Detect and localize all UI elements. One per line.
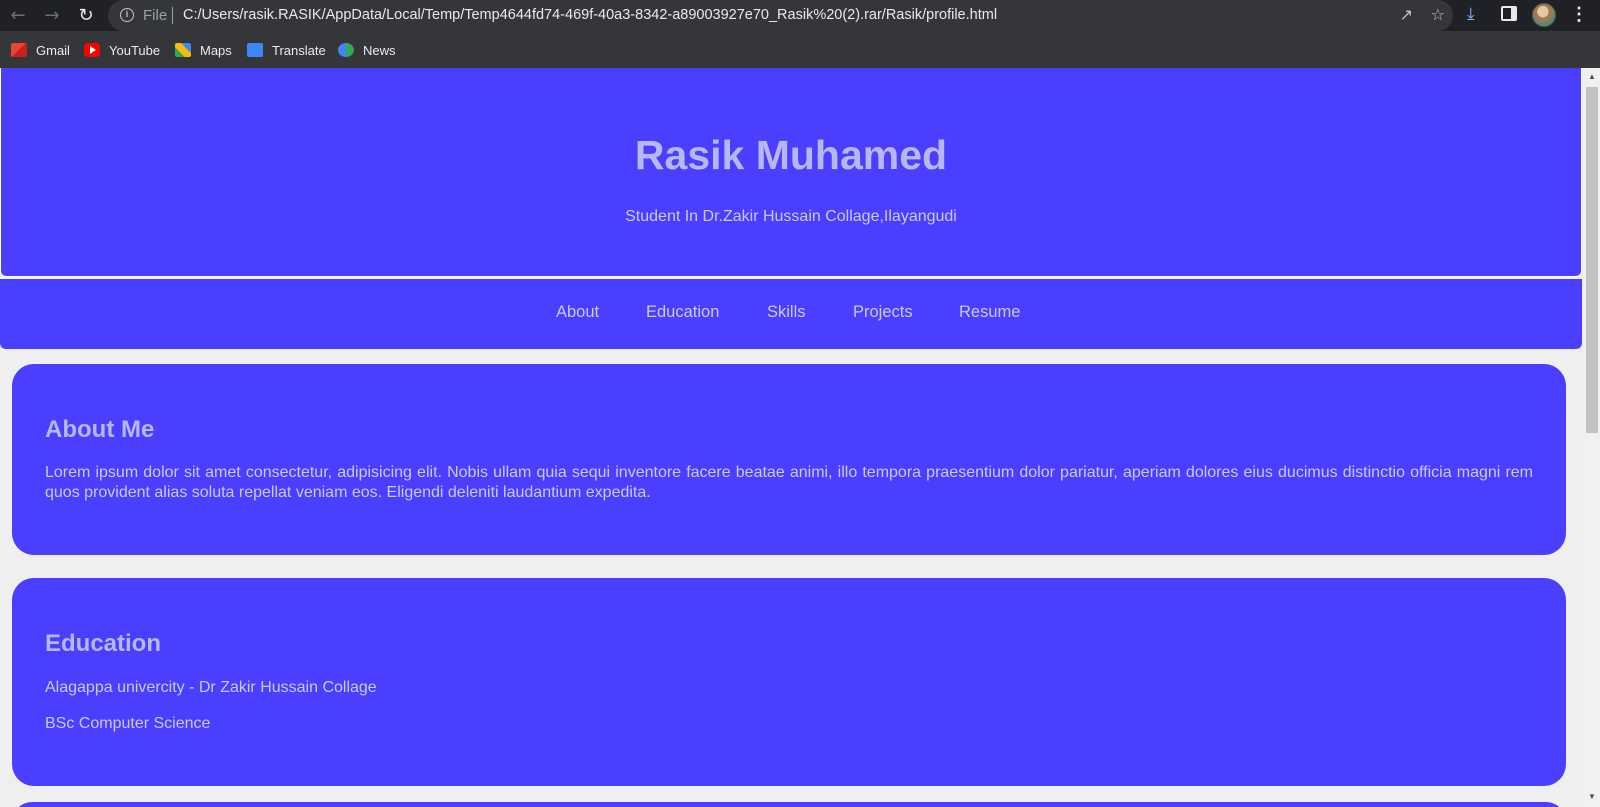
nav-link-resume[interactable]: Resume xyxy=(959,303,1020,322)
bookmark-label: Maps xyxy=(200,42,232,58)
bookmark-news[interactable]: News xyxy=(338,41,396,59)
next-section xyxy=(12,802,1566,807)
education-institution: Alagappa univercity - Dr Zakir Hussain C… xyxy=(45,679,377,696)
page-viewport: Rasik Muhamed Student In Dr.Zakir Hussai… xyxy=(0,68,1584,807)
bookmark-star-icon[interactable]: ☆ xyxy=(1431,5,1445,24)
bookmark-maps[interactable]: Maps xyxy=(175,41,232,59)
nav-link-projects[interactable]: Projects xyxy=(853,303,913,322)
profile-subtitle: Student In Dr.Zakir Hussain Collage,Ilay… xyxy=(625,208,957,225)
about-title: About Me xyxy=(45,416,155,443)
bookmark-label: YouTube xyxy=(109,42,161,58)
reload-icon[interactable]: ↻ xyxy=(74,4,98,28)
bookmark-gmail[interactable]: Gmail xyxy=(11,41,70,59)
bookmark-youtube[interactable]: YouTube xyxy=(84,41,160,59)
about-text: Lorem ipsum dolor sit amet consectetur, … xyxy=(45,464,1533,501)
gmail-icon xyxy=(11,43,27,57)
back-arrow-icon[interactable]: ← xyxy=(6,4,30,28)
bookmark-translate[interactable]: Translate xyxy=(247,41,326,59)
bookmark-label: News xyxy=(363,42,396,58)
translate-icon xyxy=(247,43,263,57)
profile-header: Rasik Muhamed Student In Dr.Zakir Hussai… xyxy=(0,68,1582,277)
section-nav: About Education Skills Projects Resume xyxy=(0,279,1582,349)
scroll-down-arrow-icon[interactable]: ▼ xyxy=(1588,792,1596,801)
page-scrollbar[interactable]: ▲ ▼ xyxy=(1584,68,1600,807)
nav-link-education[interactable]: Education xyxy=(646,303,719,322)
education-title: Education xyxy=(45,630,162,657)
education-degree: BSc Computer Science xyxy=(45,715,211,732)
url-separator xyxy=(172,7,173,24)
forward-arrow-icon[interactable]: → xyxy=(40,4,64,28)
bookmark-label: Gmail xyxy=(36,42,70,58)
info-icon[interactable]: i xyxy=(120,8,134,22)
file-scheme-label: File xyxy=(143,7,168,24)
bookmark-label: Translate xyxy=(272,42,326,58)
browser-toolbar: ← → ↻ i File C:/Users/rasik.RASIK/AppDat… xyxy=(0,0,1600,31)
profile-name: Rasik Muhamed xyxy=(634,132,948,178)
education-section: Education Alagappa univercity - Dr Zakir… xyxy=(12,578,1566,786)
url-text[interactable]: C:/Users/rasik.RASIK/AppData/Local/Temp/… xyxy=(183,7,997,23)
maps-icon xyxy=(175,43,191,57)
nav-link-about[interactable]: About xyxy=(556,303,599,322)
scrollbar-thumb[interactable] xyxy=(1586,87,1598,433)
share-icon[interactable]: ↗ xyxy=(1400,5,1413,24)
about-section: About Me Lorem ipsum dolor sit amet cons… xyxy=(12,364,1566,555)
profile-avatar[interactable] xyxy=(1532,3,1556,27)
scroll-up-arrow-icon[interactable]: ▲ xyxy=(1588,72,1596,81)
kebab-menu-icon[interactable]: ⋮ xyxy=(1570,4,1588,25)
nav-link-skills[interactable]: Skills xyxy=(767,303,806,322)
youtube-icon xyxy=(84,43,100,57)
download-icon[interactable]: ⤓ xyxy=(1467,4,1475,24)
news-icon xyxy=(338,43,354,57)
bookmarks-bar: Gmail YouTube Maps Translate News xyxy=(0,31,1600,68)
side-panel-icon[interactable] xyxy=(1501,6,1517,21)
address-bar[interactable]: i File C:/Users/rasik.RASIK/AppData/Loca… xyxy=(108,0,1453,31)
